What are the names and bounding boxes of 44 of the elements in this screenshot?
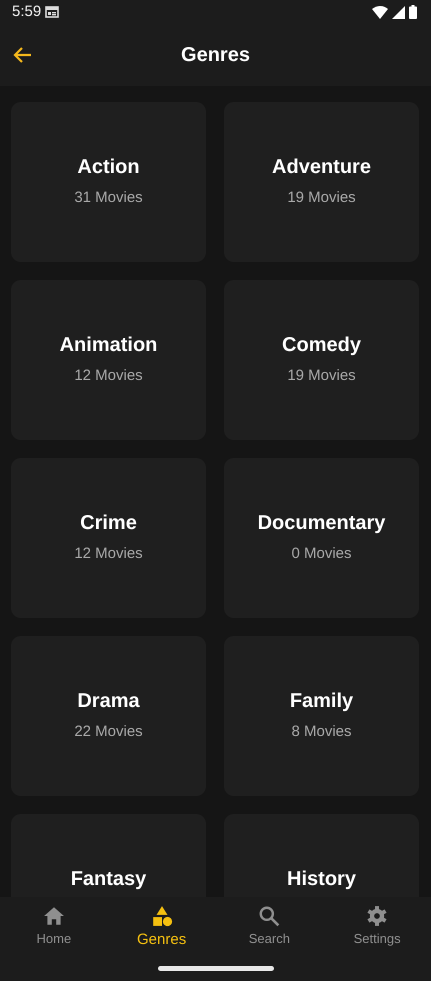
movie-count: 19 Movies <box>287 188 356 208</box>
movie-count: 31 Movies <box>74 188 143 208</box>
nav-tab[interactable]: Search <box>216 905 324 952</box>
genre-name: Adventure <box>272 155 371 179</box>
genre-card[interactable]: Fantasy <box>11 814 206 897</box>
back-button[interactable] <box>12 46 32 64</box>
home-icon <box>42 905 65 927</box>
genre-card[interactable]: Documentary 0 Movies <box>224 458 419 618</box>
genre-name: Comedy <box>282 333 361 357</box>
genre-name: Action <box>77 155 140 179</box>
genre-name: Family <box>290 689 354 713</box>
settings-icon <box>366 905 388 927</box>
movie-count: 19 Movies <box>287 366 356 386</box>
home-indicator[interactable] <box>158 966 274 970</box>
status-time: 5:59 <box>12 2 42 22</box>
genre-card[interactable]: Drama 22 Movies <box>11 636 206 796</box>
movie-count: 12 Movies <box>74 544 143 564</box>
nav-tab[interactable]: Genres <box>108 905 216 952</box>
movie-count: 8 Movies <box>291 722 352 742</box>
genre-card[interactable]: Adventure 19 Movies <box>224 102 419 262</box>
genre-name: Drama <box>77 689 140 713</box>
genre-name: History <box>287 867 356 891</box>
genre-name: Crime <box>80 511 137 535</box>
genre-name: Fantasy <box>70 867 146 891</box>
calendar-icon <box>45 6 60 18</box>
battery-icon <box>409 5 417 19</box>
genre-card[interactable]: History <box>224 814 419 897</box>
genre-card[interactable]: Family 8 Movies <box>224 636 419 796</box>
genre-card[interactable]: Animation 12 Movies <box>11 280 206 440</box>
screen-title: Genres <box>181 43 250 68</box>
search-icon <box>258 905 280 927</box>
movie-count: 22 Movies <box>74 722 143 742</box>
signal-icon <box>392 6 405 18</box>
nav-tab[interactable]: Settings <box>323 905 431 952</box>
genre-card[interactable]: Crime 12 Movies <box>11 458 206 618</box>
wifi-icon <box>372 6 388 18</box>
shapes-icon <box>150 905 173 927</box>
genre-card[interactable]: Comedy 19 Movies <box>224 280 419 440</box>
genre-name: Animation <box>60 333 158 357</box>
genre-card[interactable]: Action 31 Movies <box>11 102 206 262</box>
nav-tab[interactable]: Home <box>0 905 108 952</box>
movie-count: 12 Movies <box>74 366 143 386</box>
movie-count: 0 Movies <box>291 544 352 564</box>
genre-name: Documentary <box>258 511 386 535</box>
